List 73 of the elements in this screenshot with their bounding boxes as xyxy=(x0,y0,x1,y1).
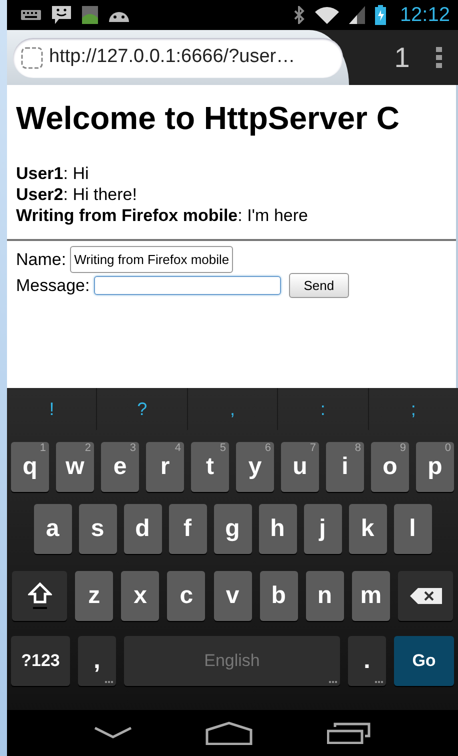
suggestion[interactable]: : xyxy=(277,388,368,430)
key-hint: 4 xyxy=(174,443,181,454)
suggestion[interactable]: ? xyxy=(96,388,187,430)
menu-icon[interactable] xyxy=(436,46,442,68)
home-icon[interactable] xyxy=(205,721,254,745)
key[interactable]: a xyxy=(34,504,72,554)
key-hint: 6 xyxy=(264,443,271,454)
key[interactable]: f xyxy=(168,504,206,554)
shift-key[interactable] xyxy=(12,571,67,621)
key[interactable]: n xyxy=(306,571,344,621)
chat-smiley-icon xyxy=(51,5,72,25)
key-hint: 8 xyxy=(354,443,361,454)
key[interactable]: s xyxy=(78,504,116,554)
page-heading: Welcome to HttpServer C xyxy=(16,99,400,138)
bluetooth-icon xyxy=(292,6,305,24)
key[interactable]: b xyxy=(260,571,298,621)
key[interactable]: y 6 xyxy=(236,442,274,492)
key[interactable]: g xyxy=(214,504,252,554)
recent-apps-icon[interactable] xyxy=(327,722,372,744)
battery-charging-icon xyxy=(374,5,386,25)
key-hint: 5 xyxy=(220,443,226,454)
key[interactable]: d xyxy=(124,504,162,554)
key[interactable]: o 9 xyxy=(371,442,409,492)
chat-message: Writing from Firefox mobile: I'm here xyxy=(16,205,309,226)
suggestion[interactable]: ! xyxy=(7,388,96,430)
key-hint: 7 xyxy=(310,443,316,454)
field-label: Name: xyxy=(16,249,66,272)
key-hint: 3 xyxy=(130,443,136,454)
key[interactable]: k xyxy=(348,504,386,554)
go-key[interactable]: Go xyxy=(394,636,454,686)
image-icon xyxy=(82,6,98,24)
key[interactable]: r 4 xyxy=(146,442,184,492)
key[interactable]: w 2 xyxy=(56,442,94,492)
field-label: Message: xyxy=(16,275,90,298)
shift-arrow-icon xyxy=(28,582,52,610)
key[interactable]: j xyxy=(304,504,342,554)
chat-message: User2: Hi there! xyxy=(16,184,138,206)
key[interactable]: . xyxy=(348,636,386,686)
wifi-icon xyxy=(314,6,339,24)
key[interactable]: t 5 xyxy=(191,442,229,492)
address-field[interactable]: http://127.0.0.1:6666/?user… xyxy=(13,38,343,78)
key[interactable]: h xyxy=(258,504,296,554)
key[interactable]: u 7 xyxy=(281,442,319,492)
backspace-key[interactable] xyxy=(398,571,453,621)
key[interactable]: z xyxy=(75,571,114,621)
signal-icon xyxy=(348,6,365,24)
key-hint: 9 xyxy=(400,443,406,454)
key[interactable]: l xyxy=(394,504,432,554)
back-icon[interactable] xyxy=(94,727,132,739)
send-button[interactable]: Send xyxy=(288,273,350,298)
chat-message: User1: Hi xyxy=(16,163,90,184)
key[interactable]: x xyxy=(121,571,160,621)
message-field[interactable] xyxy=(94,276,281,296)
key[interactable]: v xyxy=(214,571,252,621)
name-field[interactable]: Writing from Firefox mobile xyxy=(70,246,234,274)
key[interactable]: p 0 xyxy=(416,442,454,492)
keyboard-icon xyxy=(21,10,41,20)
key-hint: 2 xyxy=(84,443,91,454)
key[interactable]: i 8 xyxy=(326,442,364,492)
clock-time: 12:12 xyxy=(400,3,450,28)
favicon-placeholder-icon xyxy=(21,46,43,68)
suggestion[interactable]: , xyxy=(186,388,278,430)
suggestion[interactable]: ; xyxy=(368,388,458,430)
key[interactable]: m xyxy=(352,571,390,621)
key[interactable]: e 3 xyxy=(101,442,139,492)
key[interactable]: c xyxy=(167,571,206,621)
backspace-icon xyxy=(410,588,442,604)
key[interactable]: q 1 xyxy=(11,442,49,492)
key-hint: 0 xyxy=(444,443,451,454)
key[interactable]: , xyxy=(78,636,116,686)
key-hint: 1 xyxy=(40,443,46,454)
tab-count-button[interactable]: 1 xyxy=(384,44,420,72)
symbols-key[interactable]: ?123 xyxy=(11,636,70,686)
